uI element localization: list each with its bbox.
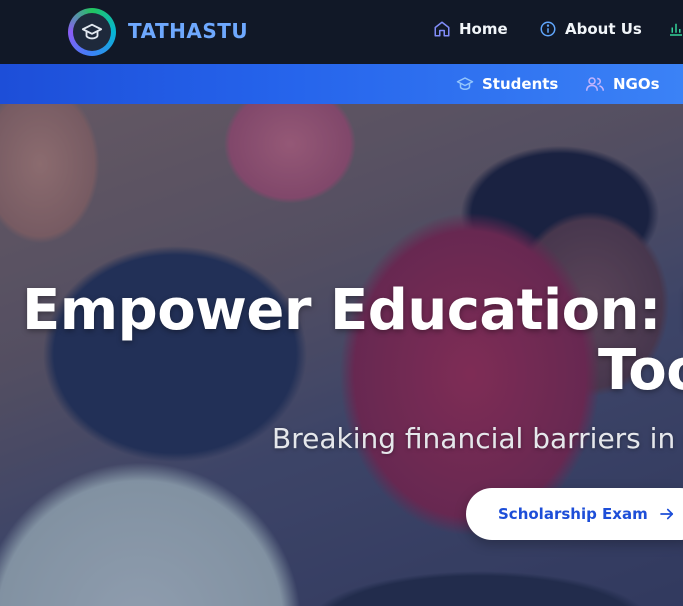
graduation-cap-icon bbox=[456, 75, 474, 93]
brand-name[interactable]: TATHASTU bbox=[128, 19, 248, 43]
bar-chart-icon bbox=[667, 20, 683, 38]
secondary-navbar: Students NGOs bbox=[0, 64, 683, 104]
brand-logo[interactable] bbox=[68, 8, 116, 56]
hero-section: Empower Education: Dor Too Breaking fina… bbox=[0, 104, 683, 606]
info-icon bbox=[539, 20, 557, 38]
hero-title-line-2: Too bbox=[598, 338, 683, 403]
nav-stats-link[interactable] bbox=[667, 20, 683, 38]
nav-ngos-label: NGOs bbox=[613, 75, 660, 93]
nav-students-link[interactable]: Students bbox=[456, 75, 558, 93]
users-icon bbox=[585, 75, 605, 93]
nav-about-link[interactable]: About Us bbox=[539, 20, 642, 38]
hero-subtitle: Breaking financial barriers in ed bbox=[272, 422, 683, 455]
top-navbar: TATHASTU Home About Us bbox=[0, 0, 683, 64]
arrow-right-icon bbox=[658, 505, 676, 523]
cta-label: Scholarship Exam bbox=[498, 505, 648, 523]
nav-home-link[interactable]: Home bbox=[433, 20, 508, 38]
nav-about-label: About Us bbox=[565, 20, 642, 38]
nav-home-label: Home bbox=[459, 20, 508, 38]
nav-students-label: Students bbox=[482, 75, 559, 93]
home-icon bbox=[433, 20, 451, 38]
nav-ngos-link[interactable]: NGOs bbox=[585, 75, 660, 93]
scholarship-exam-button[interactable]: Scholarship Exam bbox=[466, 488, 683, 540]
graduation-cap-icon bbox=[73, 13, 111, 51]
hero-title-line-1: Empower Education: Dor bbox=[22, 278, 683, 343]
